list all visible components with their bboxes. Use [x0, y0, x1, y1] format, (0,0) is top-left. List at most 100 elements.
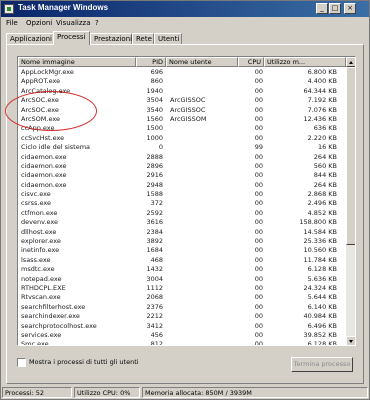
- process-pid: 2068: [146, 293, 163, 302]
- process-memory: 16 KB: [317, 143, 337, 152]
- process-memory: 40.984 KB: [303, 312, 337, 321]
- process-pid: 468: [150, 255, 163, 264]
- process-name: AppLockMgr.exe: [21, 68, 74, 76]
- table-row[interactable]: ccSvcHst.exe 1000 00 2.220 KB: [18, 134, 346, 143]
- process-cpu: 00: [254, 199, 263, 208]
- process-cpu: 00: [254, 283, 263, 292]
- table-row[interactable]: explorer.exe 3892 00 25.336 KB: [18, 237, 346, 246]
- table-row[interactable]: cidaemon.exe 2896 00 560 KB: [18, 162, 346, 171]
- menu-file[interactable]: File: [6, 19, 18, 27]
- arrow-down-icon: [349, 340, 353, 343]
- tab-network[interactable]: Rete: [132, 33, 154, 44]
- table-row[interactable]: ctfmon.exe 2592 00 4.852 KB: [18, 209, 346, 218]
- table-row[interactable]: searchprotocolhost.exe 3412 00 6.496 KB: [18, 322, 346, 331]
- menu-options[interactable]: Opzioni: [26, 19, 52, 27]
- table-row[interactable]: AppROT.exe 860 00 4.400 KB: [18, 77, 346, 86]
- scroll-up-button[interactable]: [346, 57, 355, 67]
- table-row[interactable]: inetinfo.exe 1684 00 10.560 KB: [18, 246, 346, 255]
- table-row[interactable]: AppLockMgr.exe 696 00 6.800 KB: [18, 68, 346, 77]
- process-name: Rtvscan.exe: [21, 293, 61, 302]
- title-bar[interactable]: Task Manager Windows _ □ ×: [1, 1, 369, 17]
- process-name: searchfilterhost.exe: [21, 302, 86, 311]
- table-row[interactable]: cisvc.exe 1588 00 2.868 KB: [18, 190, 346, 199]
- arrow-up-icon: [349, 61, 353, 64]
- table-row[interactable]: notepad.exe 3004 00 5.636 KB: [18, 275, 346, 284]
- process-name: cidaemon.exe: [21, 180, 67, 189]
- table-row[interactable]: dllhost.exe 2384 00 14.584 KB: [18, 228, 346, 237]
- process-memory: 25.336 KB: [303, 237, 337, 246]
- process-pid: 3412: [146, 321, 163, 330]
- end-process-button[interactable]: Termina processo: [291, 357, 353, 372]
- process-name: devenv.exe: [21, 218, 59, 227]
- process-name: lsass.exe: [21, 255, 51, 264]
- menu-view[interactable]: Visualizza: [56, 19, 90, 27]
- process-cpu: 00: [254, 124, 263, 133]
- process-pid: 0: [158, 143, 163, 152]
- process-pid: 1560: [146, 114, 163, 123]
- table-row[interactable]: Ciclo idle del sistema 0 99 16 KB: [18, 143, 346, 152]
- column-image-name[interactable]: Nome immagine: [18, 57, 136, 67]
- table-row[interactable]: Rtvscan.exe 2068 00 5.644 KB: [18, 293, 346, 302]
- table-row[interactable]: cidaemon.exe 2948 00 264 KB: [18, 181, 346, 190]
- process-memory: 14.584 KB: [303, 227, 337, 236]
- process-pid: 3004: [146, 274, 163, 283]
- status-bar: Processi: 52 Utilizzo CPU: 0% Memoria al…: [1, 387, 369, 399]
- column-user-name[interactable]: Nome utente: [166, 57, 238, 67]
- menu-help[interactable]: ?: [95, 19, 99, 27]
- table-row[interactable]: csrss.exe 372 00 2.496 KB: [18, 199, 346, 208]
- tab-performance[interactable]: Prestazioni: [90, 33, 132, 44]
- table-row[interactable]: searchfilterhost.exe 2376 00 6.140 KB: [18, 303, 346, 312]
- process-pid: 456: [150, 330, 163, 339]
- process-cpu: 00: [254, 265, 263, 274]
- table-row[interactable]: Smc.exe 812 00 6.128 KB: [18, 340, 346, 346]
- scroll-down-button[interactable]: [346, 336, 355, 345]
- table-row[interactable]: cidaemon.exe 2888 00 264 KB: [18, 153, 346, 162]
- process-pid: 3540: [146, 105, 163, 114]
- table-row[interactable]: cidaemon.exe 2916 00 844 KB: [18, 171, 346, 180]
- process-user: ArcGISSOC: [170, 96, 206, 105]
- tab-users[interactable]: Utenti: [154, 33, 182, 44]
- process-memory: 5.644 KB: [307, 293, 337, 302]
- table-row[interactable]: lsass.exe 468 00 11.784 KB: [18, 256, 346, 265]
- process-pid: 1432: [146, 265, 163, 274]
- vertical-scrollbar[interactable]: [346, 57, 355, 345]
- process-name: ccSvcHst.exe: [21, 133, 65, 142]
- process-name: Ciclo idle del sistema: [21, 143, 91, 152]
- process-name: dllhost.exe: [21, 227, 57, 236]
- column-pid[interactable]: PID: [136, 57, 166, 67]
- tab-processes[interactable]: Processi: [53, 31, 90, 45]
- close-button[interactable]: ×: [344, 3, 356, 14]
- process-pid: 696: [150, 68, 163, 76]
- show-all-users-checkbox[interactable]: [17, 358, 26, 367]
- column-cpu[interactable]: CPU: [238, 57, 264, 67]
- minimize-button[interactable]: _: [316, 3, 328, 14]
- status-cpu-usage: Utilizzo CPU: 0%: [74, 387, 140, 398]
- table-row[interactable]: devenv.exe 3616 00 158.800 KB: [18, 218, 346, 227]
- process-cpu: 00: [254, 293, 263, 302]
- process-cpu: 00: [254, 227, 263, 236]
- process-memory: 636 KB: [313, 124, 337, 133]
- tab-applications[interactable]: Applicazioni: [6, 33, 54, 44]
- table-row[interactable]: services.exe 456 00 39.852 KB: [18, 331, 346, 340]
- window-title: Task Manager Windows: [18, 3, 109, 12]
- maximize-button[interactable]: □: [329, 3, 341, 14]
- process-memory: 4.400 KB: [307, 77, 337, 86]
- scroll-thumb[interactable]: [346, 67, 355, 245]
- process-pid: 812: [150, 340, 163, 346]
- process-memory: 7.076 KB: [307, 105, 337, 114]
- process-name: inetinfo.exe: [21, 246, 60, 255]
- process-name: cidaemon.exe: [21, 171, 67, 180]
- table-row[interactable]: RTHDCPL.EXE 1112 00 24.324 KB: [18, 284, 346, 293]
- table-row[interactable]: searchindexer.exe 2212 00 40.984 KB: [18, 312, 346, 321]
- table-row[interactable]: msdtc.exe 1432 00 6.128 KB: [18, 265, 346, 274]
- process-cpu: 00: [254, 330, 263, 339]
- process-cpu: 00: [254, 152, 263, 161]
- process-memory: 39.852 KB: [303, 330, 337, 339]
- process-name: Smc.exe: [21, 340, 49, 346]
- process-name: msdtc.exe: [21, 265, 55, 274]
- process-memory: 2.868 KB: [307, 190, 337, 199]
- process-name: notepad.exe: [21, 274, 62, 283]
- process-cpu: 00: [254, 68, 263, 76]
- column-memory[interactable]: Utilizzo m...: [264, 57, 346, 67]
- process-user: ArcGISSOC: [170, 105, 206, 114]
